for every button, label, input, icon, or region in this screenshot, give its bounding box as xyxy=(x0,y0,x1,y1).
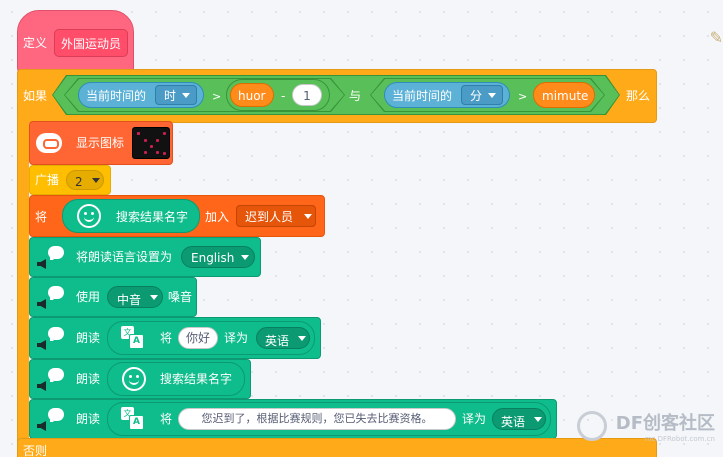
time-unit-dropdown-1[interactable]: 时 xyxy=(155,85,197,105)
target-language-2: 英语 xyxy=(501,415,526,429)
speak-label-2: 朗读 xyxy=(76,372,101,386)
then-label: 那么 xyxy=(626,89,651,103)
chevron-down-icon xyxy=(241,255,249,260)
speak-label-1: 朗读 xyxy=(76,331,101,345)
language-dropdown[interactable]: English xyxy=(181,246,255,268)
chevron-down-icon xyxy=(304,214,312,219)
and-label: 与 xyxy=(349,89,362,103)
speech-icon xyxy=(37,286,67,310)
if-else-arm xyxy=(17,120,29,457)
translate-middle-2: 译为 xyxy=(462,412,487,426)
time-unit-value-1: 时 xyxy=(164,89,177,103)
set-language-label: 将朗读语言设置为 xyxy=(76,250,173,264)
define-name-slot[interactable]: 外国运动员 xyxy=(54,29,128,57)
translate-icon: 文A xyxy=(121,326,145,350)
chevron-down-icon xyxy=(488,93,496,98)
current-time-label-2: 当前时间的 xyxy=(392,89,453,103)
translate-middle-1: 译为 xyxy=(224,331,249,345)
variable-mimute-label: mimute xyxy=(542,89,589,103)
else-label: 否则 xyxy=(23,444,48,457)
chevron-down-icon xyxy=(150,295,158,300)
speech-icon xyxy=(37,368,67,392)
translate-prefix-1: 将 xyxy=(160,331,173,345)
watermark-url: mc.DFRobot.com.cn xyxy=(644,435,715,443)
variable-huor-label: huor xyxy=(238,89,266,103)
smiley-icon xyxy=(77,204,101,228)
list-name: 迟到人员 xyxy=(245,210,294,224)
target-language-dropdown-2[interactable]: 英语 xyxy=(492,408,546,430)
led-matrix-icon[interactable] xyxy=(132,127,170,159)
else-section xyxy=(17,438,657,457)
search-result-name-label-2: 搜索结果名字 xyxy=(160,372,233,386)
define-keyword: 定义 xyxy=(23,36,48,50)
translate-text-input-2[interactable]: 您迟到了，根据比赛规则，您已失去比赛资格。 xyxy=(178,408,456,430)
define-name: 外国运动员 xyxy=(61,37,122,51)
language-value: English xyxy=(191,251,235,265)
speak-label-3: 朗读 xyxy=(76,412,101,426)
chevron-down-icon xyxy=(298,336,306,341)
speech-icon xyxy=(37,246,67,270)
voice-dropdown[interactable]: 中音 xyxy=(107,286,163,308)
chevron-down-icon xyxy=(92,178,100,183)
target-language-1: 英语 xyxy=(265,334,290,348)
target-language-dropdown-1[interactable]: 英语 xyxy=(256,327,310,349)
broadcast-message-dropdown[interactable]: 2 xyxy=(66,170,104,190)
list-add-prefix: 将 xyxy=(35,210,48,224)
number-input[interactable]: 1 xyxy=(292,84,322,106)
chevron-down-icon xyxy=(182,93,190,98)
minus-op: - xyxy=(281,89,286,103)
watermark-brand: DF创客社区 xyxy=(615,413,715,434)
translate-prefix-2: 将 xyxy=(160,412,173,426)
list-dropdown[interactable]: 迟到人员 xyxy=(236,205,316,227)
microbit-icon xyxy=(36,133,62,153)
broadcast-message-value: 2 xyxy=(75,175,83,189)
translate-text-input-1[interactable]: 你好 xyxy=(178,327,218,349)
watermark-logo-icon xyxy=(577,411,607,441)
translate-icon: 文A xyxy=(121,407,145,431)
voice-prefix: 使用 xyxy=(76,290,101,304)
voice-value: 中音 xyxy=(117,293,142,307)
watermark: DF创客社区 mc.DFRobot.com.cn xyxy=(616,409,715,443)
speech-icon xyxy=(37,327,67,351)
list-add-middle: 加入 xyxy=(205,210,230,224)
if-label: 如果 xyxy=(23,89,48,103)
voice-suffix: 嗓音 xyxy=(168,290,193,304)
speech-icon xyxy=(37,408,67,432)
greater-than-op-2: > xyxy=(518,90,528,103)
search-result-name-label: 搜索结果名字 xyxy=(116,210,189,224)
show-icon-label: 显示图标 xyxy=(76,136,125,150)
greater-than-op-1: > xyxy=(212,90,222,103)
broadcast-label: 广播 xyxy=(35,173,60,187)
current-time-label-1: 当前时间的 xyxy=(86,89,147,103)
smiley-icon xyxy=(122,367,146,391)
cursor-icon: ✎ xyxy=(709,28,723,47)
time-unit-dropdown-2[interactable]: 分 xyxy=(461,85,503,105)
time-unit-value-2: 分 xyxy=(470,89,483,103)
chevron-down-icon xyxy=(534,417,542,422)
